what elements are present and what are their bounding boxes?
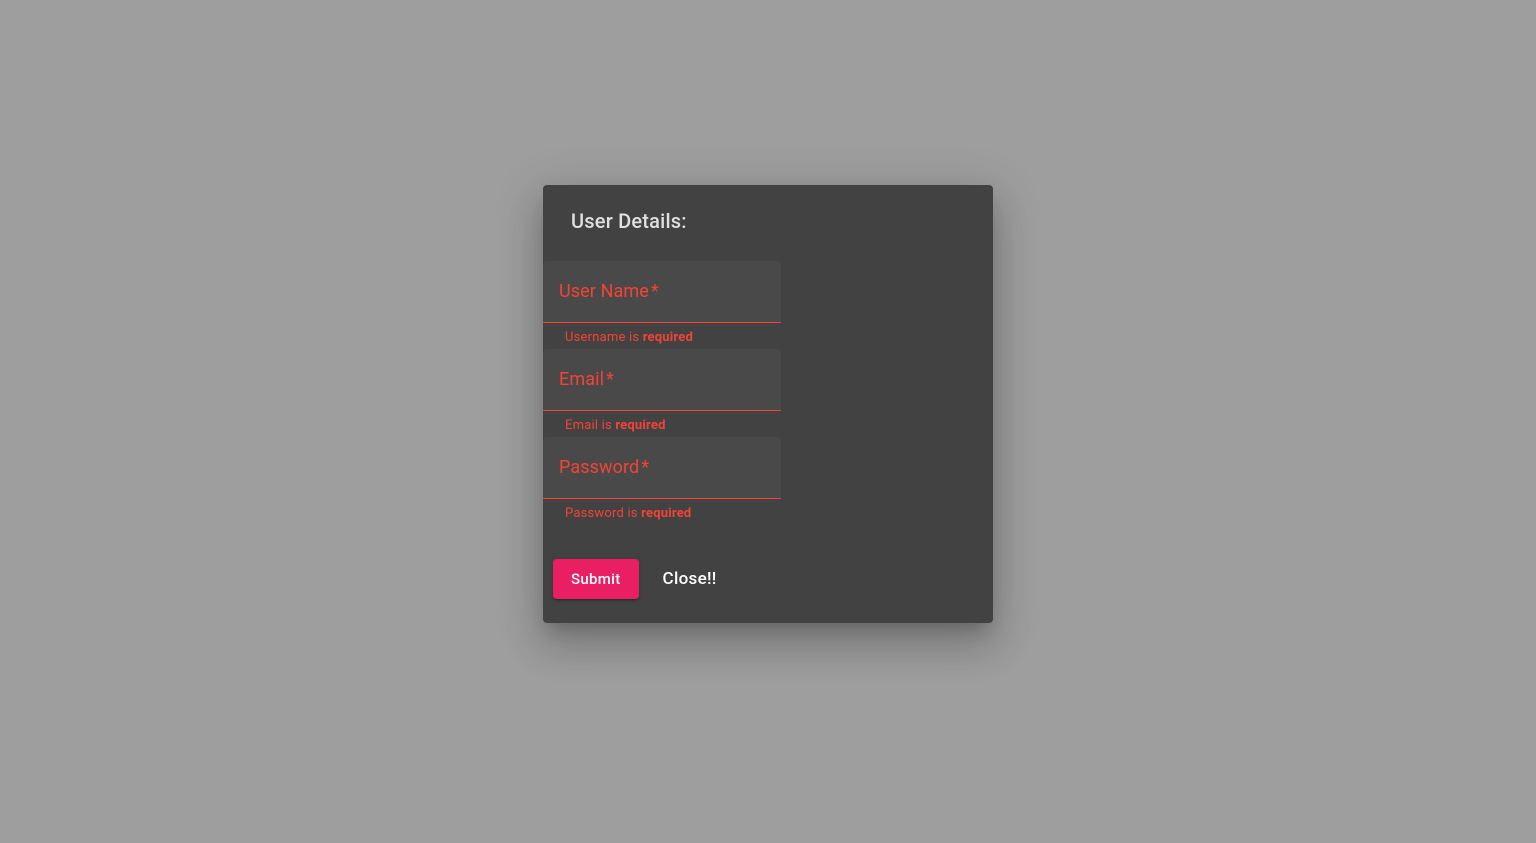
username-hint-strong: required — [643, 330, 693, 345]
username-field: User Name* Username is required — [543, 261, 781, 349]
password-field: Password* Password is required — [543, 437, 781, 525]
close-button[interactable]: Close!! — [659, 561, 721, 597]
username-hint-prefix: Username is — [565, 330, 643, 345]
password-input-wrap[interactable]: Password* — [543, 437, 781, 499]
password-input[interactable] — [543, 437, 781, 498]
email-hint-prefix: Email is — [565, 418, 615, 433]
password-hint-strong: required — [641, 506, 691, 521]
username-error-hint: Username is required — [543, 323, 781, 349]
submit-button[interactable]: Submit — [553, 559, 639, 599]
email-input[interactable] — [543, 349, 781, 410]
password-error-hint: Password is required — [543, 499, 781, 525]
email-error-hint: Email is required — [543, 411, 781, 437]
password-hint-prefix: Password is — [565, 506, 641, 521]
user-details-dialog: User Details: User Name* Username is req… — [543, 185, 993, 623]
username-input[interactable] — [543, 261, 781, 322]
email-field: Email* Email is required — [543, 349, 781, 437]
email-hint-strong: required — [615, 418, 665, 433]
dialog-actions: Submit Close!! — [543, 525, 993, 599]
username-input-wrap[interactable]: User Name* — [543, 261, 781, 323]
dialog-title: User Details: — [543, 209, 993, 261]
email-input-wrap[interactable]: Email* — [543, 349, 781, 411]
